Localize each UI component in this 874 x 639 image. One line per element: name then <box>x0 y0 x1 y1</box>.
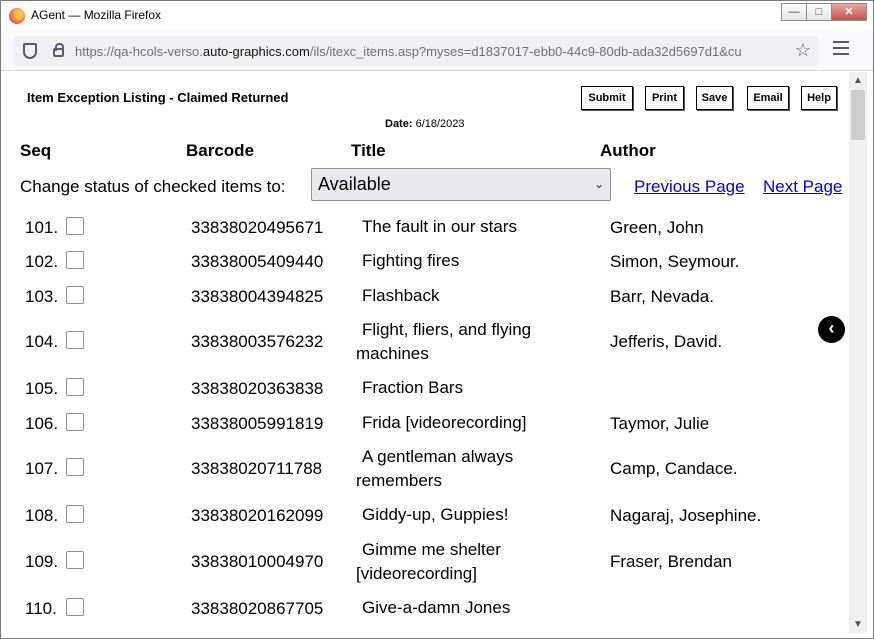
previous-page-link[interactable]: Previous Page <box>634 177 745 197</box>
row-title: Giddy-up, Guppies! <box>362 505 509 524</box>
hamburger-menu-icon[interactable] <box>833 41 849 59</box>
row-checkbox[interactable] <box>66 598 84 616</box>
title-bar: AGent — Mozilla Firefox — □ ✕ <box>1 1 873 31</box>
row-title: Gimme me shelter [videorecording] <box>356 540 501 583</box>
row-checkbox[interactable] <box>66 286 84 304</box>
column-header-author: Author <box>600 141 656 160</box>
url-prefix: https://qa-hcols-verso. <box>75 44 203 59</box>
back-arrow-icon[interactable]: ‹ <box>818 316 845 343</box>
row-checkbox[interactable] <box>66 251 84 269</box>
row-author: Taymor, Julie <box>610 414 710 433</box>
row-title: Flashback <box>362 286 440 305</box>
row-title: Fighting fires <box>362 251 460 270</box>
address-bar[interactable]: https://qa-hcols-verso.auto-graphics.com… <box>13 36 819 66</box>
row-checkbox[interactable] <box>66 551 84 569</box>
row-checkbox[interactable] <box>66 331 84 349</box>
row-seq: 106. <box>25 414 59 433</box>
row-barcode: 33838020495671 <box>191 218 324 237</box>
url-suffix: /ils/itexc_items.asp?myses=d1837017-ebb0… <box>309 44 742 59</box>
row-barcode: 33838020867705 <box>191 599 324 618</box>
row-author: Simon, Seymour. <box>610 252 740 271</box>
row-seq: 102. <box>25 252 59 271</box>
row-seq: 104. <box>25 332 59 351</box>
chevron-down-icon: ⌄ <box>593 177 604 191</box>
email-button[interactable]: Email <box>747 86 789 110</box>
save-button[interactable]: Save <box>696 86 733 110</box>
row-checkbox[interactable] <box>66 217 84 235</box>
row-title: Frida [videorecording] <box>362 413 527 432</box>
row-seq: 109. <box>25 552 59 571</box>
row-title: The fault in our stars <box>362 217 517 236</box>
column-header-title: Title <box>351 141 386 160</box>
column-header-barcode: Barcode <box>186 141 255 160</box>
row-title: Flight, fliers, and flying machines <box>356 320 532 363</box>
status-selected-value: Available <box>318 174 391 194</box>
firefox-logo-icon <box>9 8 25 24</box>
change-status-label: Change status of checked items to: <box>20 177 286 196</box>
row-author: Green, John <box>610 218 704 237</box>
next-page-link[interactable]: Next Page <box>763 177 842 197</box>
window-title: AGent — Mozilla Firefox <box>31 8 162 22</box>
row-seq: 108. <box>25 506 59 525</box>
page-content: Item Exception Listing - Claimed Returne… <box>2 72 849 633</box>
navigation-bar: https://qa-hcols-verso.auto-graphics.com… <box>1 31 873 71</box>
row-checkbox[interactable] <box>66 378 84 396</box>
row-barcode: 33838020162099 <box>191 506 324 525</box>
close-button[interactable]: ✕ <box>831 3 867 21</box>
date-value: 6/18/2023 <box>415 118 465 130</box>
row-barcode: 33838020711788 <box>191 459 323 478</box>
browser-window: AGent — Mozilla Firefox — □ ✕ https://qa… <box>0 0 874 639</box>
row-seq: 101. <box>25 218 59 237</box>
row-author: Nagaraj, Josephine. <box>610 506 762 525</box>
lock-icon[interactable] <box>53 43 64 57</box>
row-barcode: 33838005991819 <box>191 414 324 433</box>
bookmark-star-icon[interactable]: ☆ <box>795 40 811 61</box>
row-title: A gentleman always remembers <box>356 447 514 490</box>
tracking-shield-icon[interactable] <box>23 43 37 59</box>
row-seq: 105. <box>25 379 59 398</box>
date-label: Date: <box>385 118 413 130</box>
scroll-down-icon[interactable]: ▼ <box>853 619 863 630</box>
row-checkbox[interactable] <box>66 458 84 476</box>
scrollbar-thumb[interactable] <box>851 90 865 140</box>
row-barcode: 33838005409440 <box>191 252 324 271</box>
submit-button[interactable]: Submit <box>581 86 633 110</box>
row-checkbox[interactable] <box>66 505 84 523</box>
row-barcode: 33838020363838 <box>191 379 324 398</box>
page-title: Item Exception Listing - Claimed Returne… <box>27 90 289 105</box>
scroll-up-icon[interactable]: ▲ <box>853 75 863 86</box>
row-barcode: 33838010004970 <box>191 552 324 571</box>
row-seq: 110. <box>25 599 57 618</box>
url-domain: auto-graphics.com <box>202 44 310 59</box>
maximize-button[interactable]: □ <box>806 3 832 21</box>
url-text[interactable]: https://qa-hcols-verso.auto-graphics.com… <box>75 44 791 59</box>
row-author: Jefferis, David. <box>610 332 723 351</box>
vertical-scrollbar[interactable]: ▲ ▼ <box>849 72 867 633</box>
report-date: Date: 6/18/2023 <box>385 118 465 130</box>
help-button[interactable]: Help <box>801 86 837 110</box>
row-author: Fraser, Brendan <box>610 552 732 571</box>
row-checkbox[interactable] <box>66 413 84 431</box>
row-author: Camp, Candace. <box>610 459 738 478</box>
row-seq: 103. <box>25 287 59 306</box>
row-title: Give-a-damn Jones <box>362 598 511 617</box>
print-button[interactable]: Print <box>645 86 684 110</box>
column-header-seq: Seq <box>20 141 52 160</box>
row-barcode: 33838003576232 <box>191 332 324 351</box>
minimize-button[interactable]: — <box>781 3 807 21</box>
row-title: Fraction Bars <box>362 378 464 397</box>
row-barcode: 33838004394825 <box>191 287 324 306</box>
row-seq: 107. <box>25 459 59 478</box>
row-author: Barr, Nevada. <box>610 287 714 306</box>
status-select[interactable]: Available ⌄ <box>311 168 611 201</box>
